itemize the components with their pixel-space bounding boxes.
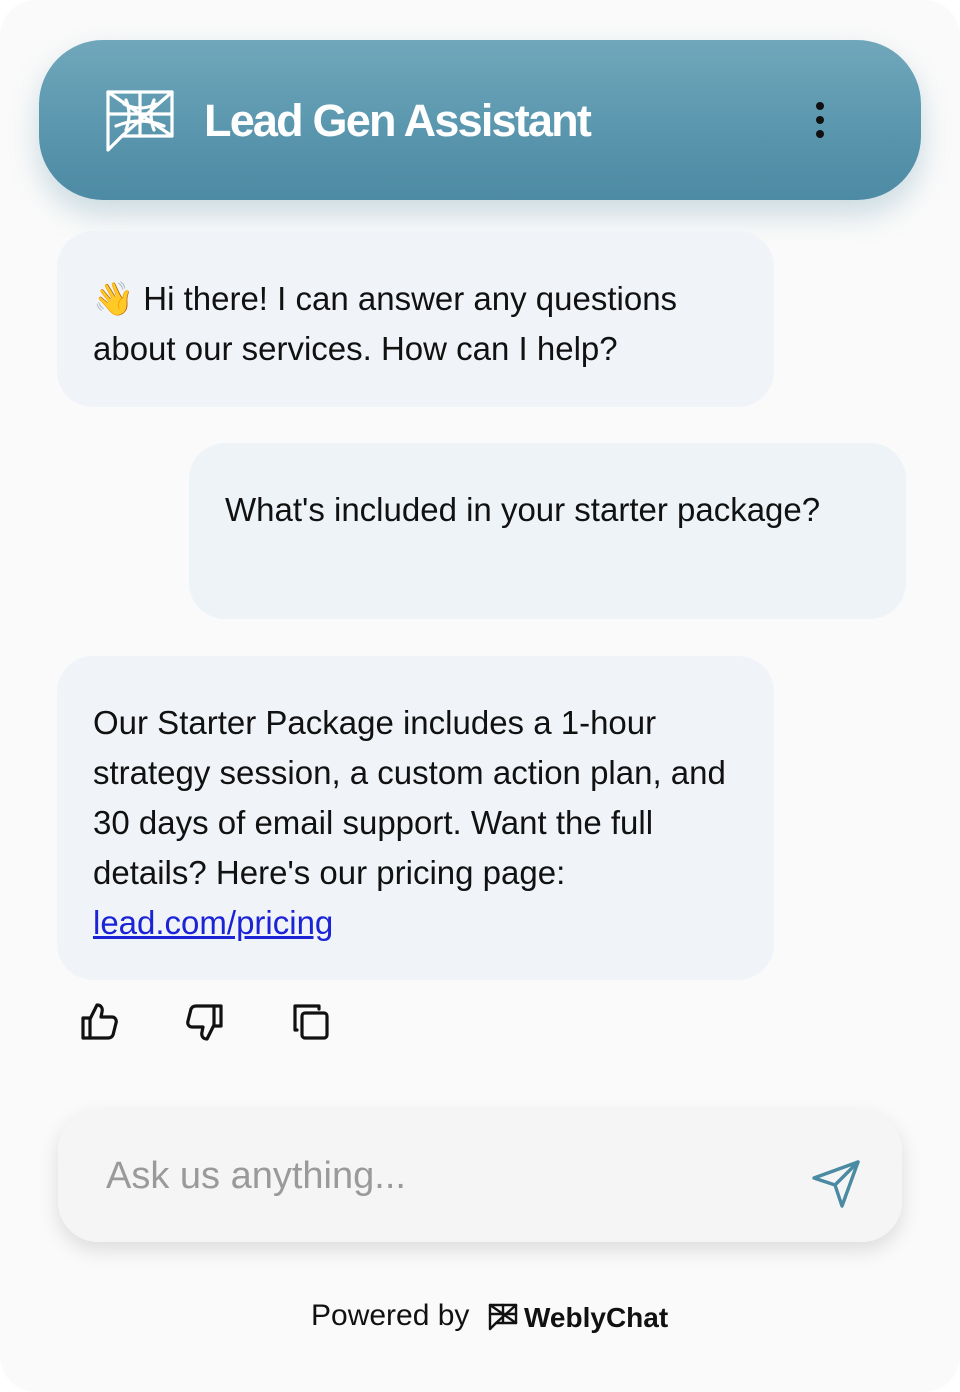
vertical-dots-icon-dot bbox=[816, 130, 824, 138]
thumbs-down-icon[interactable] bbox=[183, 1000, 227, 1044]
powered-by-label: Powered by bbox=[311, 1299, 470, 1332]
bot-message: 👋 Hi there! I can answer any questions a… bbox=[57, 231, 774, 407]
pricing-link[interactable]: lead.com/pricing bbox=[93, 904, 333, 941]
message-input-bar bbox=[58, 1110, 902, 1242]
bot-message-text: Our Starter Package includes a 1-hour st… bbox=[93, 704, 726, 891]
more-options-button[interactable] bbox=[800, 96, 840, 144]
message-input[interactable] bbox=[106, 1146, 786, 1206]
thumbs-up-icon[interactable] bbox=[77, 1000, 121, 1044]
bot-message-text: Hi there! I can answer any questions abo… bbox=[93, 280, 678, 367]
chat-web-logo-icon bbox=[106, 90, 174, 152]
weblychat-brand-link[interactable]: WeblyChat bbox=[524, 1298, 668, 1338]
user-message-text: What's included in your starter package? bbox=[225, 491, 821, 528]
vertical-dots-icon bbox=[816, 102, 824, 110]
footer: Powered by WeblyChat bbox=[0, 1292, 960, 1338]
chat-widget: Lead Gen Assistant 👋 Hi there! I can ans… bbox=[0, 0, 960, 1392]
vertical-dots-icon-dot bbox=[816, 116, 824, 124]
send-icon[interactable] bbox=[808, 1156, 864, 1212]
weblychat-logo-icon bbox=[488, 1303, 518, 1331]
header-title: Lead Gen Assistant bbox=[204, 95, 592, 146]
wave-emoji: 👋 bbox=[93, 280, 135, 317]
copy-icon[interactable] bbox=[289, 1000, 333, 1044]
user-message: What's included in your starter package? bbox=[189, 443, 906, 619]
bot-message: Our Starter Package includes a 1-hour st… bbox=[57, 656, 774, 980]
